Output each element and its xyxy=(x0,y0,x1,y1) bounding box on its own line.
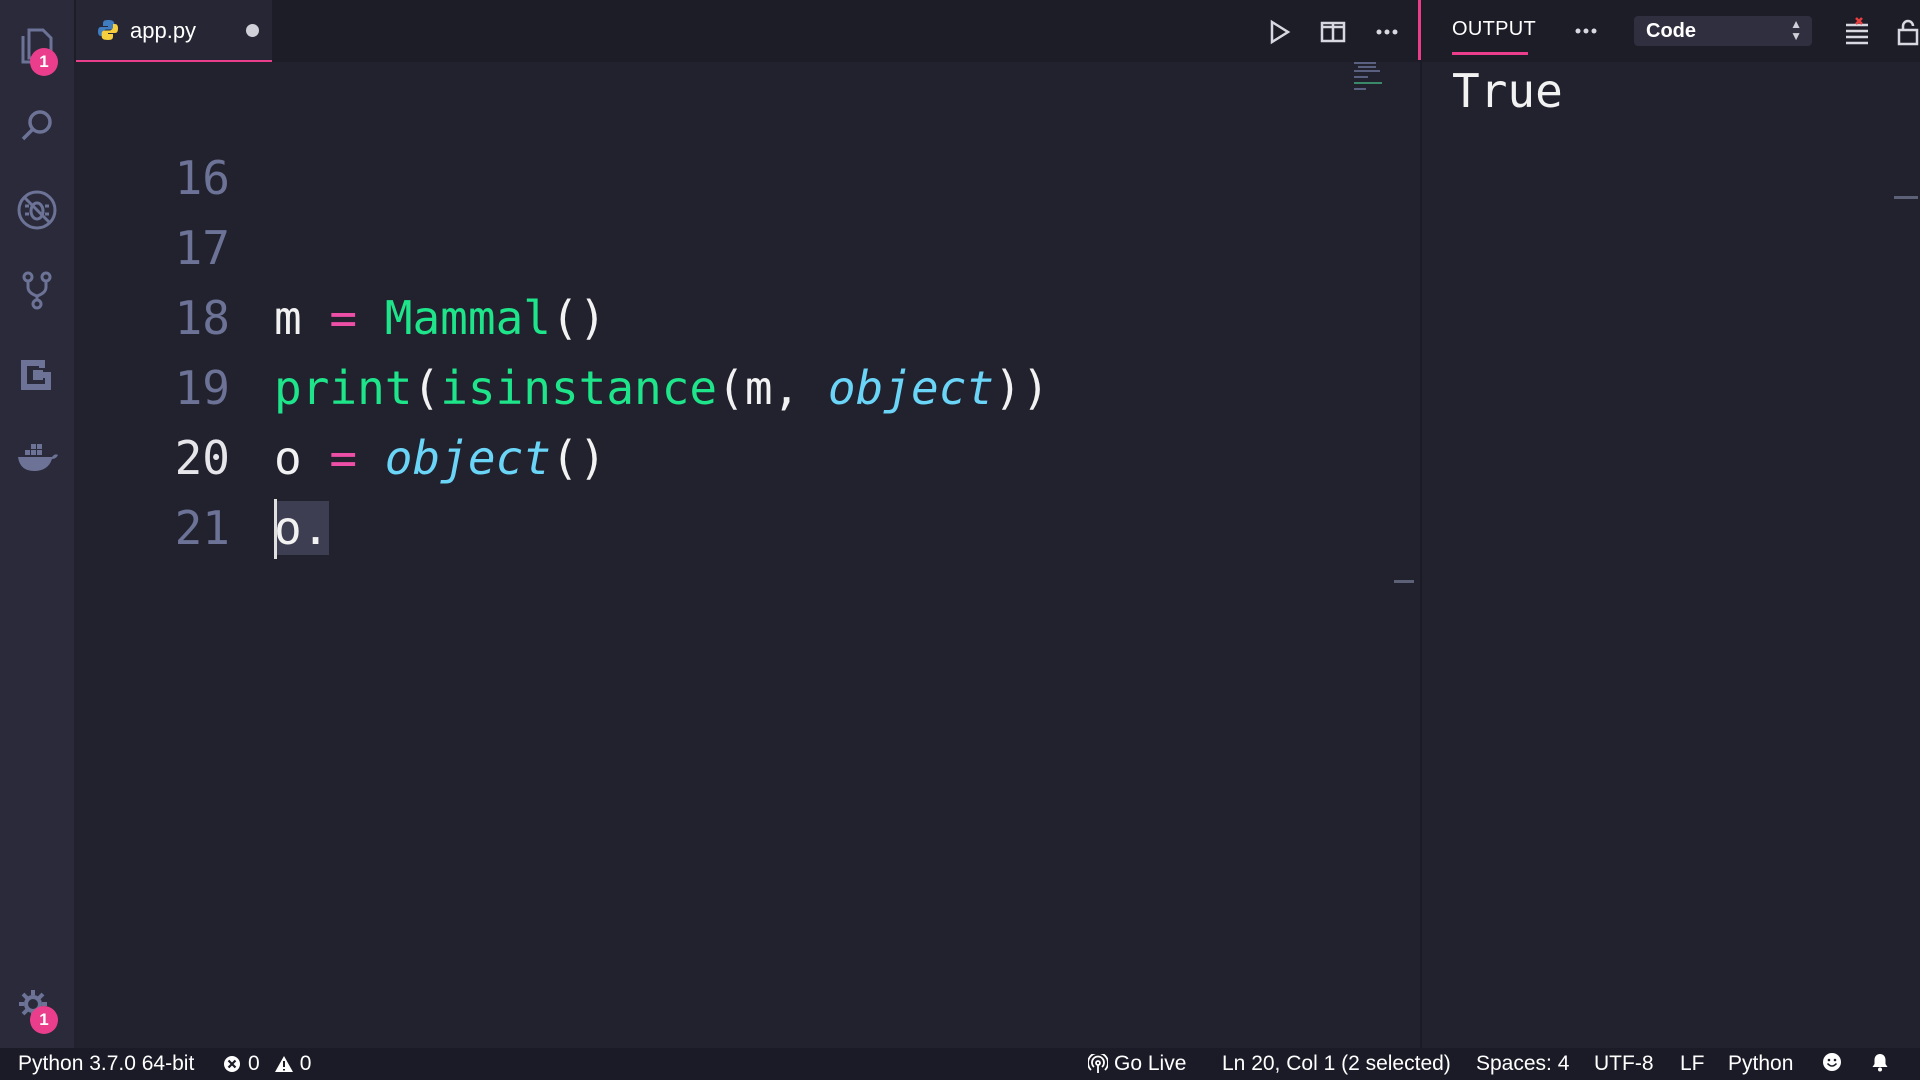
code-line: 19 o = object() xyxy=(74,283,1374,485)
python-file-icon xyxy=(98,20,118,40)
settings-badge: 1 xyxy=(30,1006,58,1034)
status-bar: Python 3.7.0 64-bit 0 0 Go Live Ln 20, C… xyxy=(0,1048,1920,1080)
line-ending-label: LF xyxy=(1680,1052,1705,1075)
code-line: 18 print(isinstance(m, object)) xyxy=(74,213,1374,415)
error-icon xyxy=(224,1056,240,1072)
code-editor[interactable]: 16 17 m = Mammal() 18 print(isinstance(m… xyxy=(74,62,1420,1048)
tab-app-py[interactable]: app.py xyxy=(76,0,272,62)
play-icon xyxy=(1270,19,1291,45)
no-bug-icon xyxy=(17,190,57,230)
lock-scroll-icon[interactable] xyxy=(1896,18,1920,46)
cursor-position[interactable]: Ln 20, Col 1 (2 selected) xyxy=(1222,1052,1451,1076)
explorer-button[interactable]: 1 xyxy=(0,14,74,78)
warning-icon xyxy=(274,1056,293,1072)
search-button[interactable] xyxy=(0,94,74,158)
problems-indicator[interactable]: 0 0 xyxy=(222,1052,311,1076)
manage-button[interactable]: 1 xyxy=(0,976,74,1040)
output-channel-select[interactable]: Code ▲ ▼ xyxy=(1634,16,1812,46)
line-number: 21 xyxy=(174,501,230,555)
warning-count: 0 xyxy=(299,1052,312,1075)
language-label: Python xyxy=(1728,1052,1794,1075)
output-panel: OUTPUT Code ▲ ▼ True xyxy=(1422,0,1920,1048)
panel-more-icon[interactable] xyxy=(1570,16,1602,46)
indentation-setting[interactable]: Spaces: 4 xyxy=(1476,1052,1569,1076)
split-editor-button[interactable] xyxy=(1315,14,1351,50)
language-mode[interactable]: Python xyxy=(1728,1052,1793,1076)
editor-scroll-indicator[interactable] xyxy=(1394,580,1414,583)
search-icon xyxy=(21,110,52,141)
code-line: 21 xyxy=(74,423,1374,555)
feedback-button[interactable] xyxy=(1822,1052,1842,1072)
code-line-active: 20 o. xyxy=(74,353,1374,559)
python-interpreter[interactable]: Python 3.7.0 64-bit xyxy=(18,1052,194,1076)
broadcast-icon xyxy=(1088,1054,1108,1073)
editor-tab-bar: app.py xyxy=(74,0,1420,62)
panel-header: OUTPUT Code ▲ ▼ xyxy=(1422,0,1920,62)
encoding-label: UTF-8 xyxy=(1594,1052,1654,1075)
vscode-window: 1 1 app.py 16 17 m = Mammal() 18 print(i… xyxy=(0,0,1920,1080)
ellipsis-icon xyxy=(1376,29,1398,35)
source-control-icon xyxy=(22,271,52,310)
notifications-button[interactable] xyxy=(1870,1052,1890,1072)
panel-divider-accent xyxy=(1418,0,1421,60)
go-live-label: Go Live xyxy=(1114,1052,1187,1075)
clear-output-icon[interactable] xyxy=(1842,16,1872,46)
smiley-icon xyxy=(1823,1053,1841,1071)
code-line: 17 m = Mammal() xyxy=(74,143,1374,345)
extensions-button[interactable] xyxy=(0,342,74,406)
output-text: True xyxy=(1452,64,1563,118)
bell-icon xyxy=(1872,1054,1888,1072)
tab-filename: app.py xyxy=(130,18,197,43)
select-arrows-icon: ▲ ▼ xyxy=(1790,17,1802,43)
encoding-setting[interactable]: UTF-8 xyxy=(1594,1052,1654,1076)
explorer-badge: 1 xyxy=(30,48,58,76)
go-live-button[interactable]: Go Live xyxy=(1088,1052,1186,1076)
selected-text: o. xyxy=(274,501,330,555)
more-actions-button[interactable] xyxy=(1369,14,1405,50)
indentation-label: Spaces: 4 xyxy=(1476,1052,1570,1075)
output-channel-value: Code xyxy=(1646,20,1696,42)
cursor-position-label: Ln 20, Col 1 (2 selected) xyxy=(1222,1052,1451,1075)
source-control-button[interactable] xyxy=(0,258,74,322)
code-text: o. xyxy=(274,493,330,563)
panel-scroll-indicator[interactable] xyxy=(1894,196,1918,199)
docker-whale-icon xyxy=(18,444,58,471)
line-ending-setting[interactable]: LF xyxy=(1680,1052,1705,1076)
extensions-icon xyxy=(21,360,51,390)
active-tab-underline xyxy=(1452,52,1528,55)
tab-output[interactable]: OUTPUT xyxy=(1452,18,1536,41)
debug-button[interactable] xyxy=(0,178,74,242)
split-editor-icon xyxy=(1320,21,1346,43)
error-count: 0 xyxy=(248,1052,260,1075)
text-cursor xyxy=(274,498,277,559)
activity-bar: 1 1 xyxy=(0,0,74,1048)
run-file-button[interactable] xyxy=(1261,14,1297,50)
code-line: 16 xyxy=(74,73,1374,205)
docker-button[interactable] xyxy=(0,426,74,490)
interpreter-label: Python 3.7.0 64-bit xyxy=(18,1052,195,1075)
minimap[interactable] xyxy=(1354,62,1384,98)
unsaved-dot-icon[interactable] xyxy=(246,24,259,37)
